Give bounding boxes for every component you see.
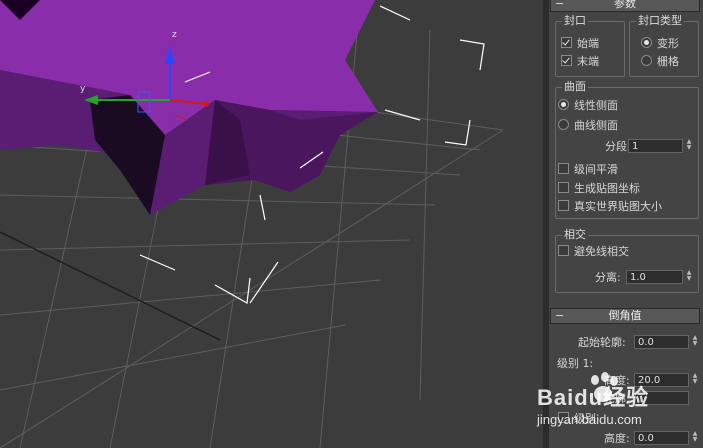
real-world-map-size-label: 真实世界贴图大小 — [574, 200, 662, 213]
cap-end-checkbox[interactable]: 末端 — [561, 54, 599, 69]
cap-end-label: 末端 — [577, 55, 599, 68]
start-outline-input[interactable]: 0.0 — [634, 335, 689, 349]
axis-y-label: y — [80, 84, 86, 94]
segments-label: 分段: — [605, 140, 631, 153]
intersect-group-title: 相交 — [562, 228, 588, 242]
avoid-self-intersect-checkbox[interactable]: 避免线相交 — [558, 244, 629, 259]
star-object[interactable] — [0, 0, 378, 215]
start-outline-label: 起始轮廓: — [578, 336, 626, 349]
cap-type-grid-label: 栅格 — [657, 55, 679, 68]
cap-type-grid-radio[interactable]: 栅格 — [641, 54, 679, 69]
avoid-self-intersect-label: 避免线相交 — [574, 245, 629, 258]
cap-group-title: 封口 — [562, 14, 588, 28]
smooth-across-levels-label: 级间平滑 — [574, 163, 618, 176]
cap-type-group-title: 封口类型 — [636, 14, 684, 28]
rollout-bevel-values-title: 倒角值 — [608, 309, 642, 322]
segments-spinner-icon[interactable]: ▲ ▼ — [684, 139, 694, 153]
curved-sides-radio[interactable]: 曲线侧面 — [558, 118, 618, 133]
rollout-parameters-title: 参数 — [614, 0, 636, 10]
grid-axis-line — [0, 231, 221, 341]
smooth-across-levels-checkbox[interactable]: 级间平滑 — [558, 162, 618, 177]
perspective-viewport[interactable]: z y — [0, 0, 543, 448]
rollout-bevel-values-header[interactable]: − 倒角值 — [550, 308, 700, 324]
cap-start-checkbox[interactable]: 始端 — [561, 36, 599, 51]
linear-sides-label: 线性侧面 — [574, 99, 618, 112]
radio-icon — [558, 119, 569, 130]
watermark-url: jingyan.baidu.com — [537, 412, 642, 427]
linear-sides-radio[interactable]: 线性侧面 — [558, 98, 618, 113]
rollout-parameters-header[interactable]: − 参数 — [550, 0, 700, 12]
cap-type-morph-radio[interactable]: 变形 — [641, 36, 679, 51]
checkbox-icon — [558, 200, 569, 211]
level1-label: 级别 1: — [557, 357, 594, 370]
separation-spinner-icon[interactable]: ▲ ▼ — [684, 270, 694, 284]
separation-input[interactable]: 1.0 — [626, 270, 683, 284]
height3-label: 高度: — [604, 432, 630, 445]
radio-icon — [641, 55, 652, 66]
height3-input[interactable]: 0.0 — [634, 431, 689, 445]
segments-input[interactable]: 1 — [628, 139, 683, 153]
curved-sides-label: 曲线侧面 — [574, 119, 618, 132]
baidu-watermark: Baidu经验 jingyan.baidu.com — [535, 372, 703, 432]
viewport-scene[interactable]: z y — [0, 0, 543, 448]
checkbox-icon — [561, 37, 572, 48]
radio-icon — [558, 99, 569, 110]
cap-type-morph-label: 变形 — [657, 37, 679, 50]
checkbox-icon — [558, 182, 569, 193]
height3-spinner-icon[interactable]: ▲ ▼ — [690, 431, 700, 445]
checkbox-icon — [558, 245, 569, 256]
start-outline-spinner-icon[interactable]: ▲ ▼ — [690, 335, 700, 349]
generate-mapping-label: 生成贴图坐标 — [574, 182, 640, 195]
real-world-map-size-checkbox[interactable]: 真实世界贴图大小 — [558, 199, 662, 214]
radio-icon — [641, 37, 652, 48]
checkbox-icon — [558, 163, 569, 174]
collapse-icon: − — [555, 309, 565, 322]
surface-group-title: 曲面 — [562, 80, 588, 94]
cap-start-label: 始端 — [577, 37, 599, 50]
watermark-brand: Baidu经验 — [537, 385, 650, 410]
checkbox-icon — [561, 55, 572, 66]
generate-mapping-checkbox[interactable]: 生成贴图坐标 — [558, 181, 640, 196]
axis-z-label: z — [172, 30, 177, 40]
separation-label: 分离: — [595, 271, 621, 284]
collapse-icon: − — [555, 0, 565, 10]
